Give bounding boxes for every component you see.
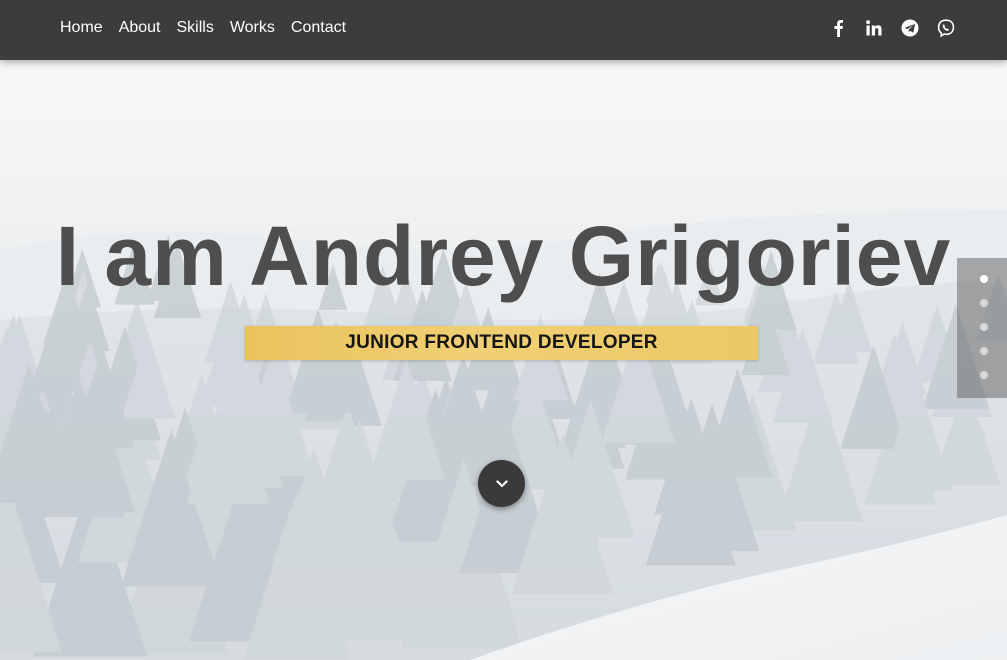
hero-headline: I am Andrey Grigoriev xyxy=(55,209,952,303)
top-navbar: Home About Skills Works Contact xyxy=(0,0,1007,60)
chevron-down-icon xyxy=(495,479,508,487)
main-nav: Home About Skills Works Contact xyxy=(60,18,362,38)
nav-home-link[interactable]: Home xyxy=(60,18,103,38)
social-links xyxy=(813,17,957,39)
nav-works-link[interactable]: Works xyxy=(230,18,275,38)
nav-contact-link[interactable]: Contact xyxy=(291,18,346,38)
viber-icon[interactable] xyxy=(935,17,957,39)
telegram-icon[interactable] xyxy=(899,17,921,39)
section-pager xyxy=(957,258,1007,398)
pager-dot-3[interactable] xyxy=(980,323,988,331)
hero-subtitle-badge: JUNIOR FRONTEND DEVELOPER xyxy=(245,326,758,360)
pager-dot-1[interactable] xyxy=(980,275,988,283)
pager-dot-4[interactable] xyxy=(980,347,988,355)
pager-dot-2[interactable] xyxy=(980,299,988,307)
facebook-icon[interactable] xyxy=(827,17,849,39)
pager-dot-5[interactable] xyxy=(980,371,988,379)
nav-skills-link[interactable]: Skills xyxy=(177,18,214,38)
nav-about-link[interactable]: About xyxy=(119,18,161,38)
linkedin-icon[interactable] xyxy=(863,17,885,39)
scroll-down-button[interactable] xyxy=(478,460,525,507)
